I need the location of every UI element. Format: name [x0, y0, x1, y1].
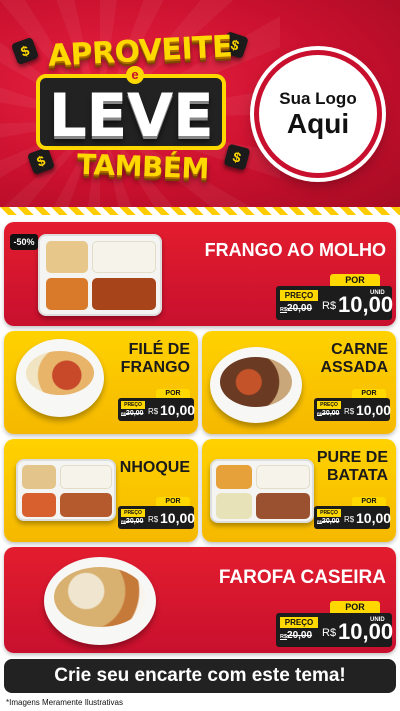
- currency-symbol: R$: [344, 407, 355, 416]
- por-label: POR: [352, 389, 386, 398]
- price-box: PREÇO R$20,00 R$ 10,00: [314, 398, 392, 421]
- preco-label: PREÇO: [121, 509, 145, 517]
- por-label: POR: [156, 389, 190, 398]
- hero-title-bottom: TAMBÉM: [76, 147, 210, 186]
- preco-label: PREÇO: [317, 509, 341, 517]
- unit-label: UNID: [370, 290, 385, 296]
- product-card-frango-ao-molho[interactable]: FRANGO AO MOLHO POR PREÇO R$20,00 R$ 10,…: [4, 222, 396, 326]
- product-title: NHOQUE: [119, 459, 190, 476]
- product-card-carne-assada[interactable]: CARNE ASSADA POR PREÇO R$20,00 R$ 10,00: [202, 331, 396, 434]
- current-price: 10,00: [356, 510, 392, 526]
- price-tag: POR PREÇO R$20,00 R$ 10,00: [118, 389, 196, 421]
- old-price: R$20,00: [280, 630, 313, 641]
- price-tag: POR PREÇO R$20,00 R$ 10,00: [314, 497, 392, 529]
- disclaimer-text: *Imagens Meramente Ilustrativas: [6, 698, 123, 707]
- food-image-bowl: [16, 339, 104, 417]
- old-price: R$20,00: [121, 518, 144, 525]
- currency-symbol: R$: [322, 627, 337, 639]
- price-tag: POR PREÇO R$20,00 R$ 10,00 UNID: [276, 601, 393, 647]
- unit-label: UNID: [370, 617, 385, 623]
- product-title: FILÉ DE FRANGO: [120, 341, 190, 377]
- current-price: 10,00: [160, 402, 196, 418]
- old-price: R$20,00: [317, 410, 340, 417]
- por-label: POR: [352, 497, 386, 506]
- old-price: R$20,00: [280, 303, 313, 314]
- price-tag: POR PREÇO R$20,00 R$ 10,00 UNID: [276, 274, 393, 320]
- logo-placeholder[interactable]: Sua Logo Aqui: [254, 50, 382, 178]
- product-card-pure-de-batata[interactable]: PURE DE BATATA POR PREÇO R$20,00 R$ 10,00: [202, 439, 396, 542]
- price-tag: POR PREÇO R$20,00 R$ 10,00: [118, 497, 196, 529]
- header-banner: $ $ $ $ APROVEITE LEVE e TAMBÉM Sua Logo…: [0, 0, 400, 215]
- product-title: PURE DE BATATA: [316, 449, 388, 485]
- food-image-bowl: [210, 347, 302, 423]
- product-card-nhoque[interactable]: NHOQUE POR PREÇO R$20,00 R$ 10,00: [4, 439, 198, 542]
- discount-badge: -50%: [10, 234, 38, 250]
- hero-title: APROVEITE LEVE e TAMBÉM: [14, 28, 246, 188]
- header-stripe-divider: [0, 207, 400, 215]
- price-box: PREÇO R$20,00 R$ 10,00: [314, 506, 392, 529]
- hero-title-connector: e: [126, 66, 144, 84]
- food-image-tray: [16, 459, 116, 521]
- old-price: R$20,00: [317, 518, 340, 525]
- product-title: FRANGO AO MOLHO: [204, 240, 386, 260]
- currency-symbol: R$: [148, 407, 159, 416]
- logo-text-line2: Aqui: [286, 108, 350, 139]
- logo-text-line1: Sua Logo: [279, 89, 357, 108]
- currency-symbol: R$: [322, 300, 337, 312]
- preco-label: PREÇO: [280, 617, 318, 628]
- preco-label: PREÇO: [280, 290, 318, 301]
- product-title: CARNE ASSADA: [320, 341, 388, 377]
- currency-symbol: R$: [344, 515, 355, 524]
- preco-label: PREÇO: [121, 401, 145, 409]
- product-card-farofa-caseira[interactable]: FAROFA CASEIRA POR PREÇO R$20,00 R$ 10,0…: [4, 547, 396, 653]
- product-card-file-de-frango[interactable]: FILÉ DE FRANGO POR PREÇO R$20,00 R$ 10,00: [4, 331, 198, 434]
- price-tag: POR PREÇO R$20,00 R$ 10,00: [314, 389, 392, 421]
- preco-label: PREÇO: [317, 401, 341, 409]
- current-price: 10,00: [356, 402, 392, 418]
- price-box: PREÇO R$20,00 R$ 10,00 UNID: [276, 286, 393, 320]
- food-image-bowl: [44, 557, 156, 645]
- price-box: PREÇO R$20,00 R$ 10,00: [118, 506, 196, 529]
- old-price: R$20,00: [121, 410, 144, 417]
- por-label: POR: [156, 497, 190, 506]
- currency-symbol: R$: [148, 515, 159, 524]
- price-box: PREÇO R$20,00 R$ 10,00 UNID: [276, 613, 393, 647]
- por-label: POR: [330, 274, 380, 286]
- hero-title-middle: LEVE: [36, 74, 226, 151]
- price-box: PREÇO R$20,00 R$ 10,00: [118, 398, 196, 421]
- current-price: 10,00: [160, 510, 196, 526]
- cta-banner[interactable]: Crie seu encarte com este tema!: [4, 659, 396, 693]
- por-label: POR: [330, 601, 380, 613]
- product-title: FAROFA CASEIRA: [218, 567, 386, 588]
- food-image-tray: [210, 459, 314, 523]
- food-image-tray: [38, 234, 162, 316]
